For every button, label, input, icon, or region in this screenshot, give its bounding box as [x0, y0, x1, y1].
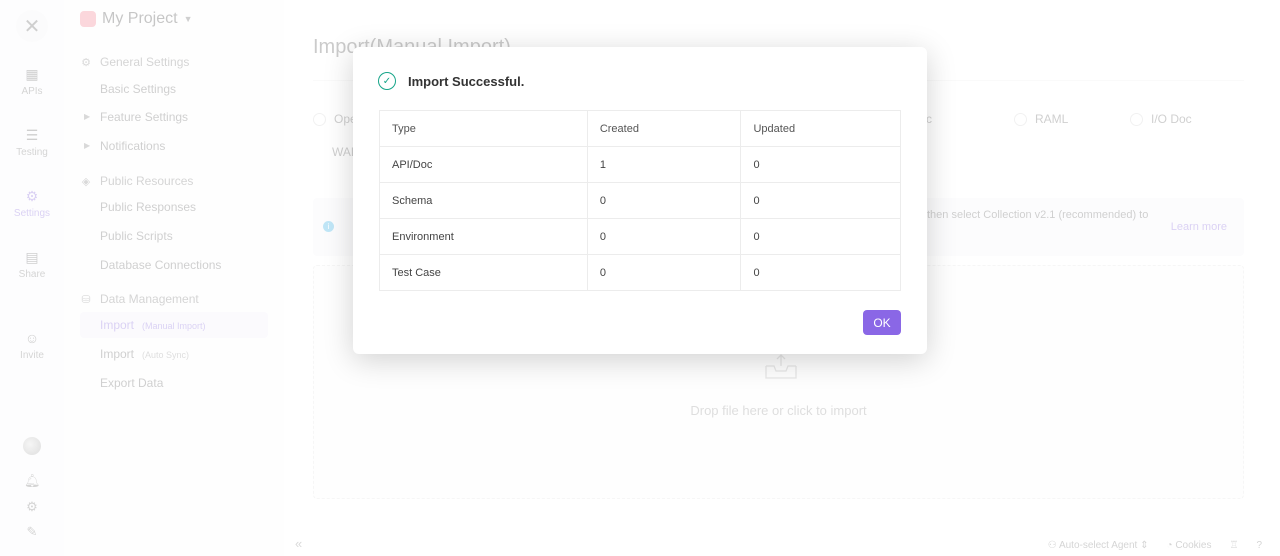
table-row: API/Doc 1 0	[379, 146, 901, 183]
dialog-title: Import Successful.	[408, 73, 525, 89]
column-header: Updated	[740, 110, 901, 147]
cell: Test Case	[379, 254, 588, 291]
cell: 0	[740, 182, 901, 219]
table-row: Schema 0 0	[379, 182, 901, 219]
table-row: Test Case 0 0	[379, 254, 901, 291]
cell: 0	[740, 218, 901, 255]
column-header: Created	[586, 110, 742, 147]
table-header-row: Type Created Updated	[379, 110, 901, 147]
cell: 0	[740, 254, 901, 291]
cell: 0	[586, 218, 742, 255]
cell: Environment	[379, 218, 588, 255]
cell: 0	[740, 146, 901, 183]
cell: 0	[586, 254, 742, 291]
column-header: Type	[379, 110, 588, 147]
cell: 0	[586, 182, 742, 219]
ok-button[interactable]: OK	[863, 310, 901, 335]
cell: API/Doc	[379, 146, 588, 183]
success-check-icon: ✓	[378, 72, 396, 90]
import-result-table: Type Created Updated API/Doc 1 0 Schema 0 0 …	[379, 110, 901, 291]
table-row: Environment 0 0	[379, 218, 901, 255]
cell: Schema	[379, 182, 588, 219]
dialog-header: ✓ Import Successful.	[378, 72, 524, 90]
import-result-dialog: ✓ Import Successful. Type Created Update…	[353, 47, 927, 354]
cell: 1	[586, 146, 742, 183]
